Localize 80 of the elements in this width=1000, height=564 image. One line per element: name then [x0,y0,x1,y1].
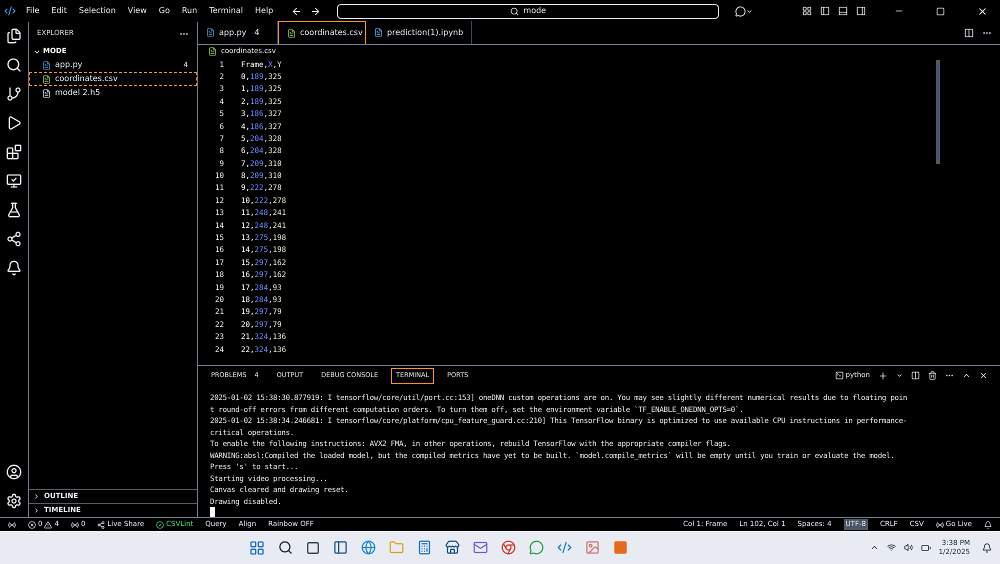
close-icon[interactable] [977,6,988,16]
search-icon[interactable] [278,540,294,555]
maximize-panel-icon[interactable] [962,371,971,380]
file-icon [206,28,215,37]
toggle-secondary-sidebar-icon[interactable] [856,6,866,16]
broadcast-icon [936,520,944,528]
search-value: mode [523,5,546,17]
file-icon [42,74,51,84]
search-field[interactable]: mode [337,4,720,18]
forward-icon[interactable] [310,6,322,16]
app-logo-icon [4,5,16,17]
editor-icon[interactable] [557,540,572,555]
scrollbar[interactable] [936,60,940,164]
antenna-icon [70,520,79,528]
split-terminal-icon[interactable] [911,371,920,380]
tray-icon[interactable] [870,543,879,552]
editor-tab[interactable]: prediction(1).ipynb [366,21,472,44]
dropdown-icon[interactable] [896,372,903,379]
file-icon [42,88,51,98]
new-terminal-icon[interactable] [878,370,888,380]
chrome-icon[interactable] [501,540,516,555]
notifications-icon[interactable] [982,542,992,552]
menu-item[interactable]: Go [156,5,172,17]
wifi-icon[interactable] [886,543,896,552]
menu-item[interactable]: Edit [49,5,69,17]
task-view-icon[interactable] [306,540,320,554]
volume-icon[interactable] [904,543,913,552]
split-editor-icon[interactable] [964,28,974,38]
close-panel-icon[interactable] [979,371,988,380]
file-icon [42,60,51,70]
file-icon [287,28,296,38]
file-name: coordinates.csv [55,73,119,85]
bell-icon[interactable] [6,260,22,276]
share-icon [97,520,106,528]
toggle-panel-icon[interactable] [838,6,848,16]
start-icon[interactable] [249,540,266,556]
trash-icon[interactable] [928,371,937,380]
toggle-sidebar-icon[interactable] [820,6,830,16]
search-icon [510,6,520,16]
file-icon [374,28,383,37]
remote-explorer-icon[interactable] [6,173,22,189]
browser-icon[interactable] [361,540,376,555]
notifications-icon[interactable] [984,520,992,528]
live-share-icon[interactable] [6,231,22,247]
search-icon[interactable] [6,57,22,73]
menu-item[interactable]: File [24,5,42,17]
menu-item[interactable]: Run [180,5,200,17]
terminal-icon [834,371,844,380]
settings-icon[interactable] [6,493,22,509]
extensions-icon[interactable] [6,144,22,160]
testing-icon[interactable] [6,202,22,218]
file-name: app.py [55,59,84,71]
explorer-entry[interactable]: coordinates.csv [29,72,197,86]
menu-item[interactable]: Selection [76,5,118,17]
layout-icon[interactable] [802,6,812,16]
menu-item[interactable]: View [126,5,149,17]
maximize-icon[interactable] [936,6,945,16]
explorer-entry[interactable]: model 2.h5 [29,86,197,100]
mail-icon[interactable] [473,540,488,555]
remote-icon[interactable] [8,520,16,528]
warning-icon [44,520,52,528]
store-icon[interactable] [445,540,460,555]
editor-tab[interactable]: coordinates.csv [278,21,366,44]
menu-item[interactable]: Help [253,5,276,17]
menu-item[interactable]: Terminal [207,5,245,17]
run-debug-icon[interactable] [6,115,22,131]
widgets-icon[interactable] [333,540,348,555]
paint-icon[interactable] [585,540,600,555]
check-icon [156,520,164,528]
editor-tab[interactable]: app.py 4 [198,21,278,44]
source-control-icon[interactable] [6,86,22,102]
terminal-cursor [210,507,215,517]
battery-icon[interactable] [920,542,931,552]
accounts-icon[interactable] [6,464,22,480]
file-name: model 2.h5 [55,87,102,99]
back-icon[interactable] [291,6,302,16]
explorer-icon[interactable] [6,28,22,44]
file-icon [208,46,217,56]
chat-icon[interactable] [529,540,544,555]
error-icon [28,520,36,528]
